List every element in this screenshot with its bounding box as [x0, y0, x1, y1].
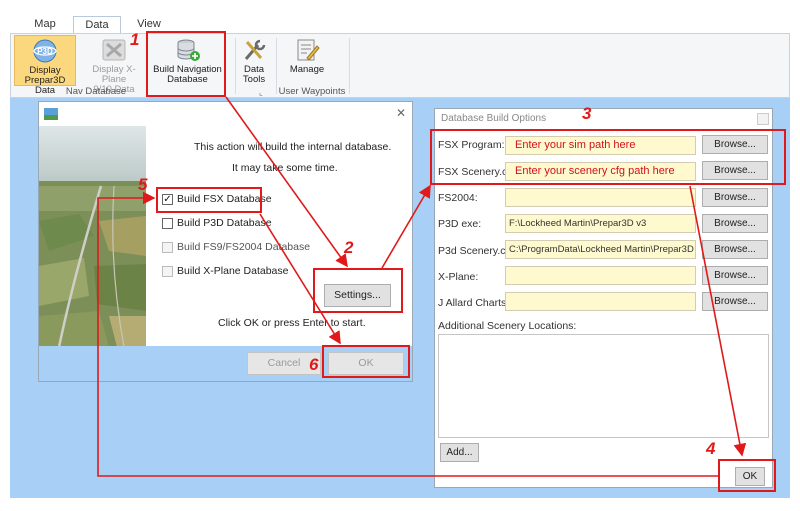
browse-p3d-scenery-button[interactable]: Browse... [702, 240, 768, 259]
browse-xplane-button[interactable]: Browse... [702, 266, 768, 285]
build-fs9-checkbox[interactable] [162, 242, 173, 253]
p3d-exe-label: P3D exe: [438, 218, 482, 230]
build-xplane-label: Build X-Plane Database [177, 265, 289, 277]
options-dialog-title: Database Build Options [441, 113, 547, 124]
step-number-6: 6 [309, 355, 319, 374]
intro-text-line2: It may take some time. [232, 162, 338, 174]
browse-fsx-scenery-button[interactable]: Browse... [702, 161, 768, 180]
build-fs9-label: Build FS9/FS2004 Database [177, 241, 311, 253]
aerial-scenery-image [39, 126, 146, 347]
manage-label: Manage [289, 64, 325, 75]
display-prepar3d-button[interactable]: P3D Display Prepar3D Data [14, 35, 76, 96]
browse-fs2004-button[interactable]: Browse... [702, 188, 768, 207]
step-number-4: 4 [706, 439, 716, 458]
build-navigation-database-button[interactable]: Build Navigation Database [150, 35, 225, 86]
tab-data[interactable]: Data [73, 16, 121, 34]
intro-text-line1: This action will build the internal data… [194, 141, 392, 153]
jallard-charts-field[interactable] [505, 292, 696, 311]
tools-icon [244, 39, 266, 60]
prepar3d-globe-icon: P3D [33, 39, 57, 63]
options-close-icon[interactable] [757, 113, 769, 125]
fsx-program-label: FSX Program: [438, 139, 505, 151]
p3d-scenery-field[interactable]: C:\ProgramData\Lockheed Martin\Prepar3D … [505, 240, 696, 259]
dialog-footer: Cancel OK [39, 346, 412, 381]
svg-text:P3D: P3D [37, 47, 53, 56]
tab-map[interactable]: Map [22, 16, 68, 34]
ok-button-build[interactable]: OK [328, 352, 404, 375]
build-p3d-label: Build P3D Database [177, 217, 272, 229]
build-fsx-label: Build FSX Database [177, 193, 272, 205]
p3d-exe-field[interactable]: F:\Lockheed Martin\Prepar3D v3 [505, 214, 696, 233]
database-add-icon [177, 39, 200, 61]
fsx-program-field[interactable]: Enter your sim path here [505, 136, 696, 155]
step-number-5: 5 [138, 175, 148, 194]
ribbon-tab-bar: Map Data View [0, 0, 800, 34]
app-icon [44, 108, 58, 120]
browse-p3d-exe-button[interactable]: Browse... [702, 214, 768, 233]
ribbon-separator [235, 38, 236, 94]
ribbon-panel: P3D Display Prepar3D Data Display X-Plan… [10, 33, 790, 98]
browse-fsx-program-button[interactable]: Browse... [702, 135, 768, 154]
user-waypoints-group-label: User Waypoints [278, 86, 346, 97]
build-fsx-checkbox[interactable]: ✓ [162, 194, 173, 205]
xplane-field[interactable] [505, 266, 696, 285]
add-scenery-button[interactable]: Add... [440, 443, 479, 462]
data-tools-label: Data Tools [242, 64, 266, 85]
build-p3d-checkbox[interactable] [162, 218, 173, 229]
step-number-1: 1 [130, 30, 140, 49]
step-number-3: 3 [582, 104, 592, 123]
xplane-icon [102, 39, 126, 61]
xplane-label: X-Plane: [438, 271, 479, 283]
data-tools-button[interactable]: Data Tools [237, 35, 271, 86]
build-database-dialog: ✕ This action will build the internal da… [38, 101, 413, 382]
nav-database-group-label: Nav Database [65, 86, 127, 97]
manage-waypoints-button[interactable]: Manage [284, 35, 330, 86]
additional-scenery-list[interactable] [438, 334, 769, 438]
fsx-scenery-field[interactable]: Enter your scenery cfg path here [505, 162, 696, 181]
start-hint-text: Click OK or press Enter to start. [218, 317, 366, 329]
ribbon-separator [349, 38, 350, 94]
build-xplane-checkbox[interactable] [162, 266, 173, 277]
settings-button[interactable]: Settings... [324, 284, 391, 307]
edit-list-icon [297, 39, 320, 61]
ok-button-options[interactable]: OK [735, 467, 765, 486]
build-navigation-database-label: Build Navigation Database [153, 64, 222, 85]
jallard-charts-label: J Allard Charts: [438, 297, 510, 309]
fs2004-field[interactable] [505, 188, 696, 207]
close-icon[interactable]: ✕ [396, 106, 406, 120]
fs2004-label: FS2004: [438, 192, 478, 204]
browse-jallard-button[interactable]: Browse... [702, 292, 768, 311]
additional-scenery-label: Additional Scenery Locations: [438, 320, 577, 332]
dialog-launcher-icon[interactable]: ⌞ [259, 88, 263, 97]
step-number-2: 2 [344, 238, 354, 257]
